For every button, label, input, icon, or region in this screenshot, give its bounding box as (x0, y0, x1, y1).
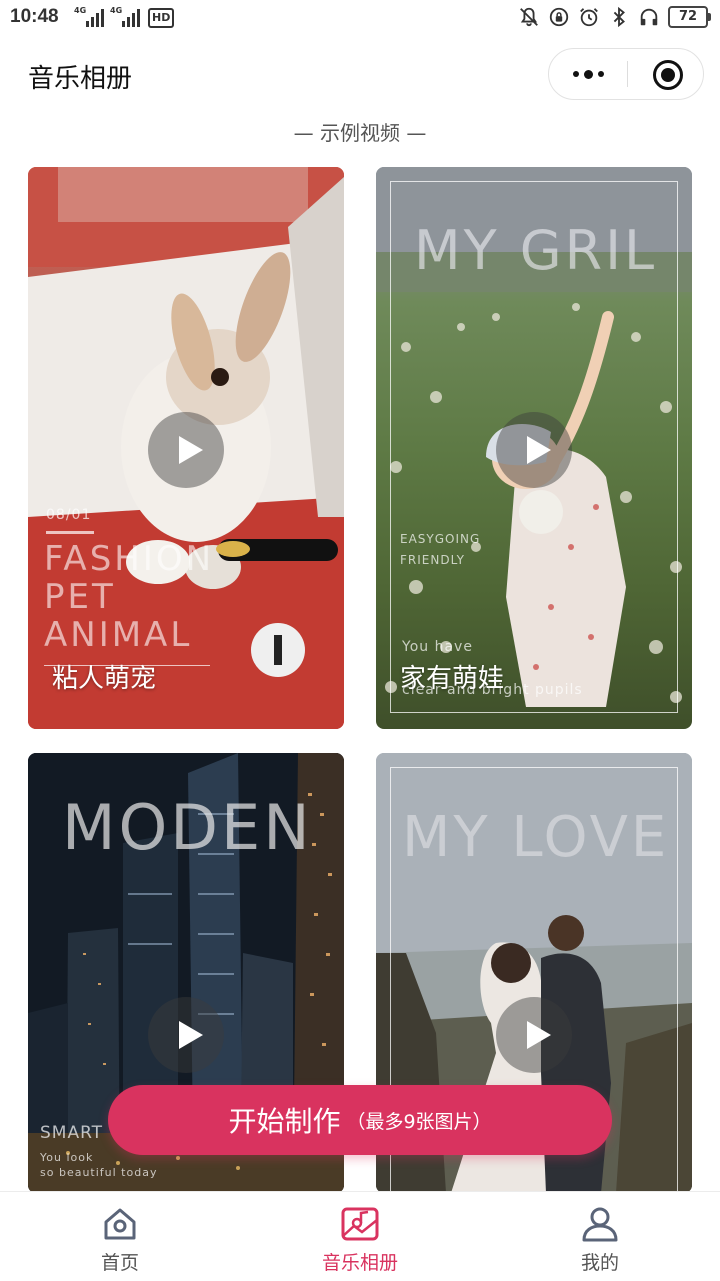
tab-home[interactable]: 首页 (40, 1192, 200, 1281)
play-icon[interactable] (148, 412, 224, 488)
example-video-card-kid[interactable]: MY GRIL EASYGOING FRIENDLY You have clea… (376, 167, 692, 729)
hd-voice-badge: HD (148, 8, 175, 28)
start-button-note: （最多9张图片） (346, 1110, 492, 1133)
card-overlay-headline: MY LOVE (402, 805, 670, 870)
bottom-tab-bar: 首页 音乐相册 我的 (0, 1191, 720, 1281)
capsule-divider (627, 61, 628, 87)
tab-label: 音乐相册 (321, 1252, 398, 1274)
miniprogram-capsule (548, 48, 704, 100)
card-overlay-headline: MY GRIL (414, 219, 658, 282)
card-overlay-caption1: You look (40, 1151, 94, 1164)
alarm-icon (580, 8, 598, 27)
card-overlay-line2: PET (44, 577, 116, 617)
card-title: 家有萌娃 (400, 664, 505, 694)
card-overlay-sub2: FRIENDLY (400, 553, 465, 567)
page-title: 音乐相册 (28, 64, 133, 94)
signal-icon: 4G (110, 6, 140, 28)
more-button[interactable] (549, 49, 627, 99)
start-button-label: 开始制作 (228, 1105, 341, 1138)
home-icon (104, 1208, 136, 1240)
card-overlay-line1: FASHION (44, 539, 215, 579)
bluetooth-icon (613, 6, 625, 28)
card-overlay-caption1: You have (402, 639, 473, 655)
card-overlay-line3: ANIMAL (44, 615, 193, 655)
battery-icon: 72 (668, 6, 711, 28)
card-overlay-sub1: EASYGOING (400, 532, 481, 546)
card-overlay-headline: MODEN (62, 791, 313, 864)
tab-label: 我的 (580, 1252, 619, 1274)
close-miniprogram-icon[interactable] (653, 60, 683, 90)
music-album-icon (341, 1207, 379, 1241)
play-icon[interactable] (496, 412, 572, 488)
profile-icon (582, 1207, 618, 1242)
overlay-rule (46, 531, 94, 534)
status-bar: 10:48 4G 4G HD 72 (0, 0, 720, 38)
card-title: 粘人萌宠 (52, 664, 157, 694)
start-create-button[interactable]: 开始制作 （最多9张图片） (108, 1085, 612, 1155)
notification-off-icon (520, 7, 538, 27)
card-overlay-sub1: SMART (40, 1123, 104, 1143)
network-type-1: 4G (74, 6, 87, 15)
tab-profile[interactable]: 我的 (520, 1192, 680, 1281)
signal-icon: 4G (74, 6, 104, 28)
tab-music-album[interactable]: 音乐相册 (280, 1192, 440, 1281)
page-header: 音乐相册 (0, 44, 720, 110)
play-icon[interactable] (148, 997, 224, 1073)
card-overlay-caption2: so beautiful today (40, 1166, 158, 1179)
tab-label: 首页 (100, 1252, 139, 1274)
example-video-card-pet[interactable]: 08/01 FASHION PET ANIMAL 粘人萌宠 (28, 167, 344, 729)
card-overlay-date: 08/01 (46, 507, 92, 523)
more-icon (572, 71, 579, 77)
status-time: 10:48 (10, 6, 59, 27)
headphones-icon (640, 8, 658, 26)
section-label: — 示例视频 — (293, 121, 427, 145)
play-icon[interactable] (496, 997, 572, 1073)
network-type-2: 4G (110, 6, 123, 15)
lock-rotation-icon (549, 7, 569, 27)
network-indicators: 4G 4G HD (74, 6, 175, 28)
